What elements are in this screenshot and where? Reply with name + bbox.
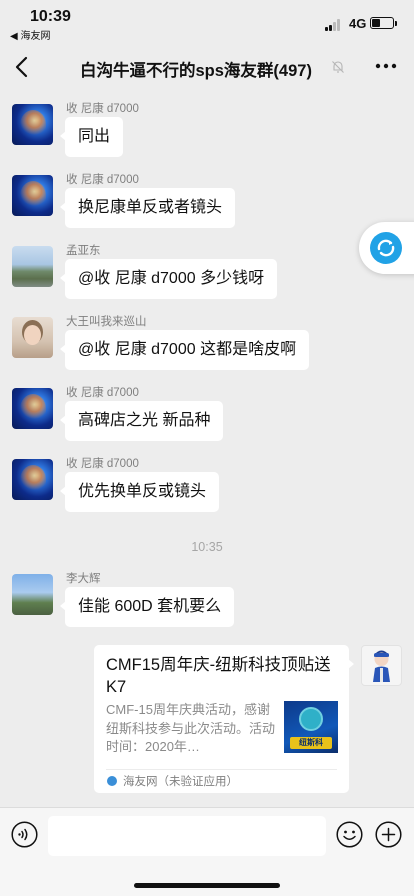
message-sender: 收 尼康 d7000 xyxy=(66,387,139,399)
message-sender: 收 尼康 d7000 xyxy=(66,174,139,186)
link-card-source: 海友网（未验证应用） xyxy=(123,776,238,788)
status-time: 10:39 xyxy=(30,8,71,25)
landscape-avatar[interactable] xyxy=(12,246,53,287)
message-bubble[interactable]: 同出 xyxy=(59,117,124,157)
message-sender: 收 尼康 d7000 xyxy=(66,103,139,115)
nikon-avatar[interactable] xyxy=(12,388,53,429)
girl-avatar[interactable] xyxy=(12,317,53,358)
link-card[interactable]: CMF15周年庆-纽斯科技顶贴送K7 CMF-15周年庆典活动，感谢纽斯科技参与… xyxy=(94,645,354,793)
link-card-description: CMF-15周年庆典活动，感谢纽斯科技参与此次活动。活动时间：2020年… xyxy=(106,702,276,754)
source-app-icon xyxy=(107,776,117,786)
message-bubble[interactable]: @收 尼康 d7000 多少钱呀 xyxy=(59,259,278,299)
nikon-avatar[interactable] xyxy=(12,104,53,145)
sky-avatar[interactable] xyxy=(12,574,53,615)
chevron-left-icon[interactable] xyxy=(10,54,36,80)
refresh-app-icon xyxy=(370,232,402,264)
link-card-title: CMF15周年庆-纽斯科技顶贴送K7 xyxy=(106,656,331,696)
message-sender: 大王叫我来巡山 xyxy=(66,316,147,328)
battery-icon xyxy=(370,17,397,29)
message-bubble[interactable]: 换尼康单反或者镜头 xyxy=(59,188,236,228)
divider xyxy=(106,769,337,770)
chat-title: 白沟牛逼不行的sps海友群(497) xyxy=(80,62,312,80)
cartoon-avatar-icon xyxy=(373,650,390,682)
home-indicator xyxy=(134,883,280,888)
nikon-avatar[interactable] xyxy=(12,175,53,216)
message-input[interactable] xyxy=(48,816,326,856)
bell-off-icon xyxy=(332,61,344,73)
message-bubble[interactable]: 高碑店之光 新品种 xyxy=(59,401,224,441)
network-type: 4G xyxy=(349,16,367,31)
back-to-app-link[interactable]: ◀ 海友网 xyxy=(10,27,50,42)
emoji-icon[interactable] xyxy=(336,821,363,848)
chat-input-bar xyxy=(0,807,414,896)
message-sender: 收 尼康 d7000 xyxy=(66,458,139,470)
status-bar: 10:39 ◀ 海友网 4G xyxy=(0,0,414,44)
message-bubble[interactable]: 优先换单反或镜头 xyxy=(59,472,220,512)
plus-icon[interactable] xyxy=(375,821,402,848)
nikon-avatar[interactable] xyxy=(12,459,53,500)
message-timestamp: 10:35 xyxy=(191,540,223,554)
message-bubble[interactable]: 佳能 600D 套机要么 xyxy=(59,587,235,627)
link-card-thumbnail: 纽斯科 xyxy=(284,701,338,753)
message-bubble[interactable]: @收 尼康 d7000 这都是啥皮啊 xyxy=(59,330,310,370)
message-sender: 李大辉 xyxy=(66,573,101,585)
message-sender: 孟亚东 xyxy=(66,245,101,257)
floating-browser-button[interactable] xyxy=(359,222,414,274)
more-horizontal-icon[interactable] xyxy=(372,56,400,76)
thumbnail-text: 纽斯科 xyxy=(290,737,332,749)
nav-bar: 白沟牛逼不行的sps海友群(497) xyxy=(0,44,414,90)
voice-icon[interactable] xyxy=(11,821,38,848)
signal-icon xyxy=(325,19,343,31)
my-avatar[interactable] xyxy=(361,645,402,686)
